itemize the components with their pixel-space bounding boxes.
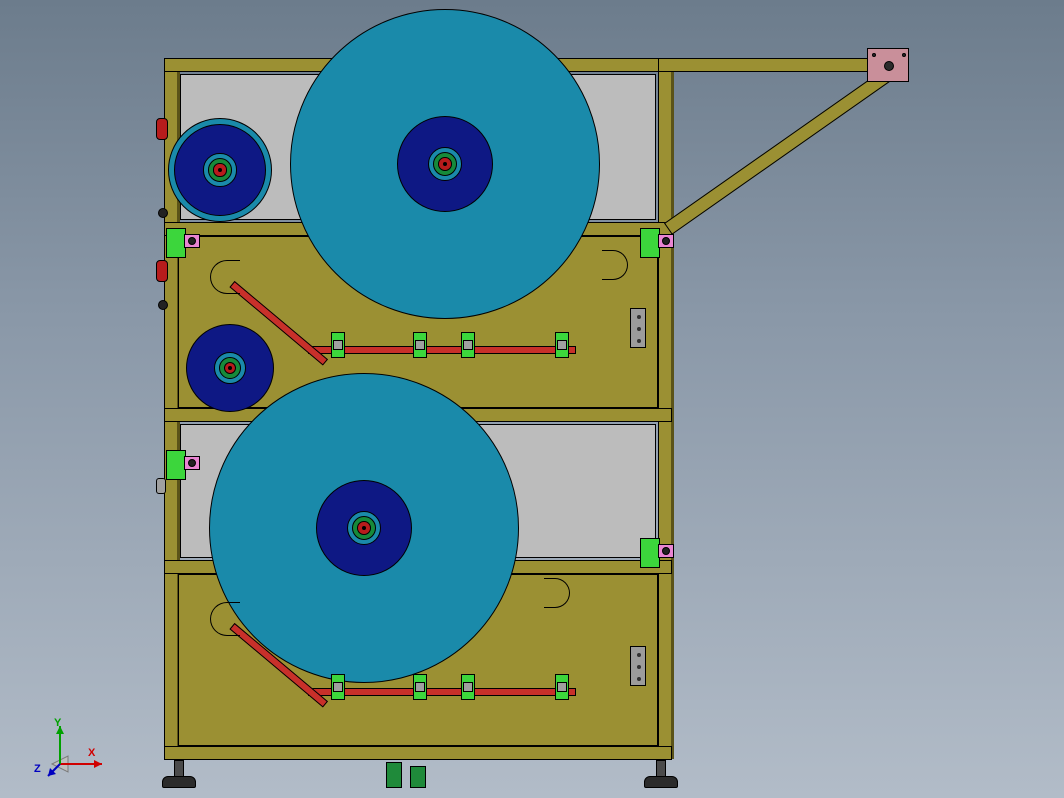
bracket-top-1-green [166,228,186,258]
frame-cross-5 [164,746,672,760]
lower-arm-hook-left [210,602,240,636]
lower-arm-clamp-4-pad [557,682,567,692]
lower-arm-clamp-3-pad [463,682,473,692]
arm-end-plate [867,48,909,82]
arm-top-beam [658,58,900,72]
top-side-roll-hub-dot [218,168,222,172]
upper-arm-clamp-1-pad [333,340,343,350]
bracket-top-2-pink-hole [662,237,670,245]
bracket-mid-1-pink-hole [188,459,196,467]
bracket-mid-2-green [640,538,660,568]
bracket-mid-2-pink-hole [662,547,670,555]
axis-y-label: Y [54,718,61,729]
upper-arm-clamp-4-pad [557,340,567,350]
foot-pad-1 [162,776,196,788]
panel-switch-1[interactable] [158,208,168,218]
estop-button-mid[interactable] [156,260,168,282]
base-green-tab-1 [386,762,402,788]
arm-diagonal-strut [664,63,900,234]
upper-arm-hook-left [210,260,240,294]
upper-arm-clamp-3-pad [463,340,473,350]
cad-viewport[interactable]: X Y Z [0,0,1064,798]
axis-z-label: Z [34,764,41,775]
cable-gland [156,478,166,494]
bracket-top-1-pink-hole [188,237,196,245]
upper-arm-clamp-2-pad [415,340,425,350]
mid-side-roll-hub-dot [228,366,232,370]
door-hinge-1 [630,308,646,348]
top-main-roll-hub-dot [443,162,447,166]
panel-switch-2[interactable] [158,300,168,310]
lower-arm-clamp-2-pad [415,682,425,692]
arm-plate-screw-1 [872,53,876,57]
bracket-top-2-green [640,228,660,258]
lower-arm-clamp-1-pad [333,682,343,692]
arm-plate-bore [884,61,894,71]
bracket-mid-1-green [166,450,186,480]
axis-x-label: X [88,748,95,759]
estop-button-top[interactable] [156,118,168,140]
bottom-main-roll-hub-dot [362,526,366,530]
door-hinge-2 [630,646,646,686]
base-green-tab-2 [410,766,426,788]
lower-arm-bar[interactable] [308,688,576,696]
view-triad: X Y Z [18,720,108,780]
foot-pad-2 [644,776,678,788]
arm-plate-screw-2 [902,53,906,57]
upper-arm-bar[interactable] [308,346,576,354]
